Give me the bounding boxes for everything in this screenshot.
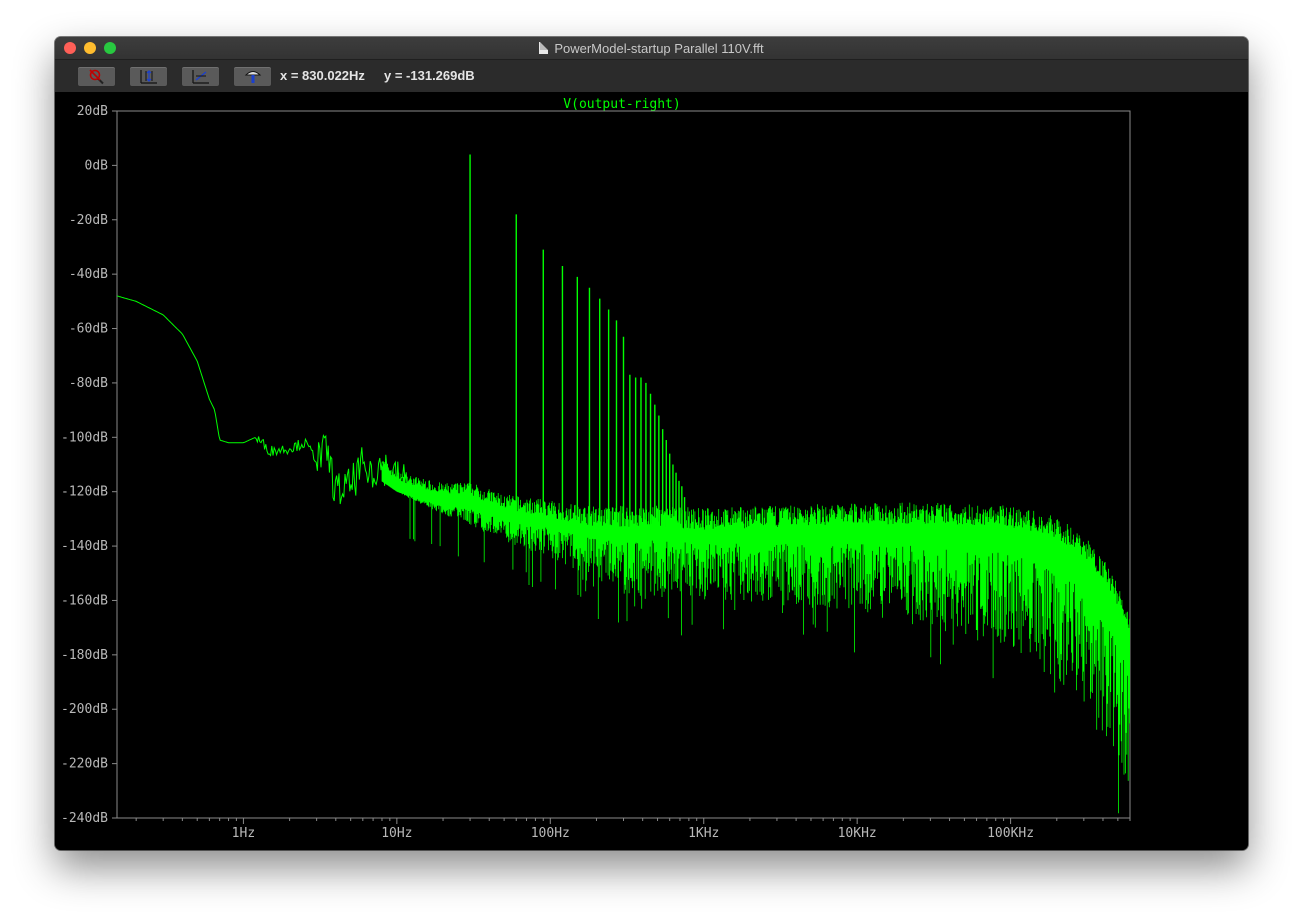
zoom-cancel-icon: [89, 69, 104, 85]
y-tick-label: -220dB: [61, 757, 108, 772]
x-tick-label: 10KHz: [838, 826, 877, 841]
plot-area[interactable]: V(output-right) 20dB 0dB -20dB -40dB -60dB -8…: [55, 92, 1248, 850]
fft-chart[interactable]: V(output-right) 20dB 0dB -20dB -40dB -60dB -8…: [55, 92, 1248, 850]
y-tick-label: -160dB: [61, 593, 108, 608]
zoom-cancel-button[interactable]: [77, 66, 116, 87]
autorange-x-icon: [192, 70, 209, 84]
x-tick-label: 1KHz: [688, 826, 719, 841]
title-bar[interactable]: PowerModel-startup Parallel 110V.fft: [55, 37, 1248, 60]
probe-icon: [244, 71, 262, 83]
toolbar: x = 830.022Hz y = -131.269dB: [55, 60, 1248, 92]
y-tick-label: -120dB: [61, 485, 108, 500]
y-tick-label: -180dB: [61, 648, 108, 663]
y-tick-label: -40dB: [69, 267, 108, 282]
cursor-x-readout: x = 830.022Hz: [280, 68, 365, 83]
autorange-y-icon: [140, 70, 157, 84]
y-tick-label: 20dB: [77, 104, 108, 119]
x-tick-label: 10Hz: [381, 826, 412, 841]
title-wrap: PowerModel-startup Parallel 110V.fft: [55, 37, 1248, 59]
autorange-y-button[interactable]: [129, 66, 168, 87]
y-tick-label: -80dB: [69, 376, 108, 391]
y-tick-label: -100dB: [61, 430, 108, 445]
y-tick-label: -240dB: [61, 811, 108, 826]
x-axis: 1Hz 10Hz 100Hz 1KHz 10KHz 100KHz: [135, 818, 1131, 841]
probe-button[interactable]: [233, 66, 272, 87]
x-tick-label: 1Hz: [232, 826, 255, 841]
y-tick-label: -20dB: [69, 213, 108, 228]
y-tick-label: -60dB: [69, 322, 108, 337]
fft-window: PowerModel-startup Parallel 110V.fft x =…: [55, 37, 1248, 850]
y-tick-label: 0dB: [85, 158, 109, 173]
y-tick-label: -140dB: [61, 539, 108, 554]
x-tick-label: 100Hz: [531, 826, 570, 841]
baseline-trace: [117, 295, 410, 505]
trace-group: [117, 154, 1130, 814]
noise-band: [381, 462, 1130, 814]
cursor-y-readout: y = -131.269dB: [384, 68, 475, 83]
x-tick-label: 100KHz: [987, 826, 1034, 841]
y-tick-label: -200dB: [61, 702, 108, 717]
autorange-x-button[interactable]: [181, 66, 220, 87]
y-axis: 20dB 0dB -20dB -40dB -60dB -80dB -100dB -120dB -…: [61, 104, 117, 826]
chart-title: V(output-right): [563, 97, 680, 112]
window-title: PowerModel-startup Parallel 110V.fft: [554, 40, 764, 56]
document-icon: [539, 42, 549, 54]
